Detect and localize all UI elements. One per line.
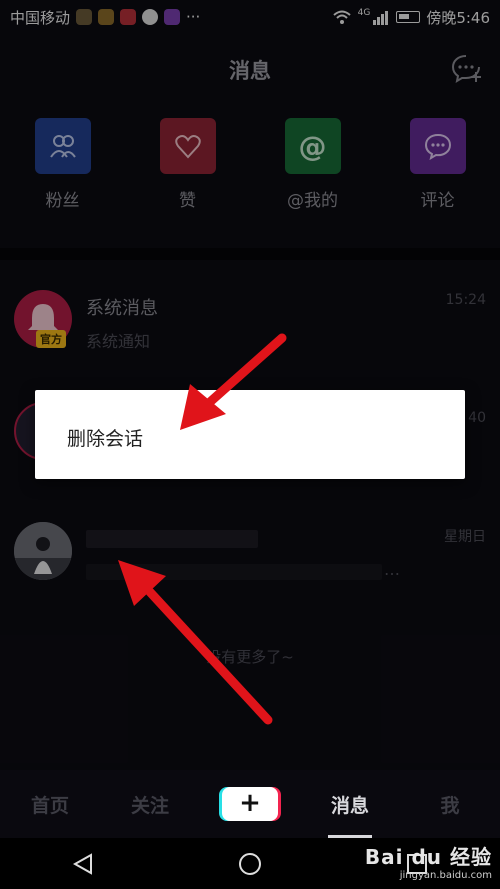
tab-label: 首页 [30,794,69,817]
modal-overlay[interactable] [0,0,500,770]
tab-messages[interactable]: 消息 [300,791,400,838]
tab-label: 关注 [130,794,169,817]
tab-label: 我 [440,794,460,817]
tab-home[interactable]: 首页 [0,791,100,818]
context-menu: 删除会话 [35,390,465,479]
tab-following[interactable]: 关注 [100,791,200,818]
home-icon[interactable] [238,852,262,876]
tab-label: 消息 [330,794,369,817]
watermark-brand: Bai du 经验 [364,845,492,869]
bottom-tab-bar: 首页 关注 + 消息 我 [0,770,500,838]
back-icon[interactable] [71,852,95,876]
plus-icon: + [222,787,278,821]
create-button[interactable]: + [200,787,300,821]
baidu-watermark: Bai du 经验 jingyan.baidu.com [365,841,492,881]
delete-conversation-option[interactable]: 删除会话 [67,424,143,451]
watermark-url: jingyan.baidu.com [399,870,492,881]
tab-me[interactable]: 我 [400,791,500,818]
